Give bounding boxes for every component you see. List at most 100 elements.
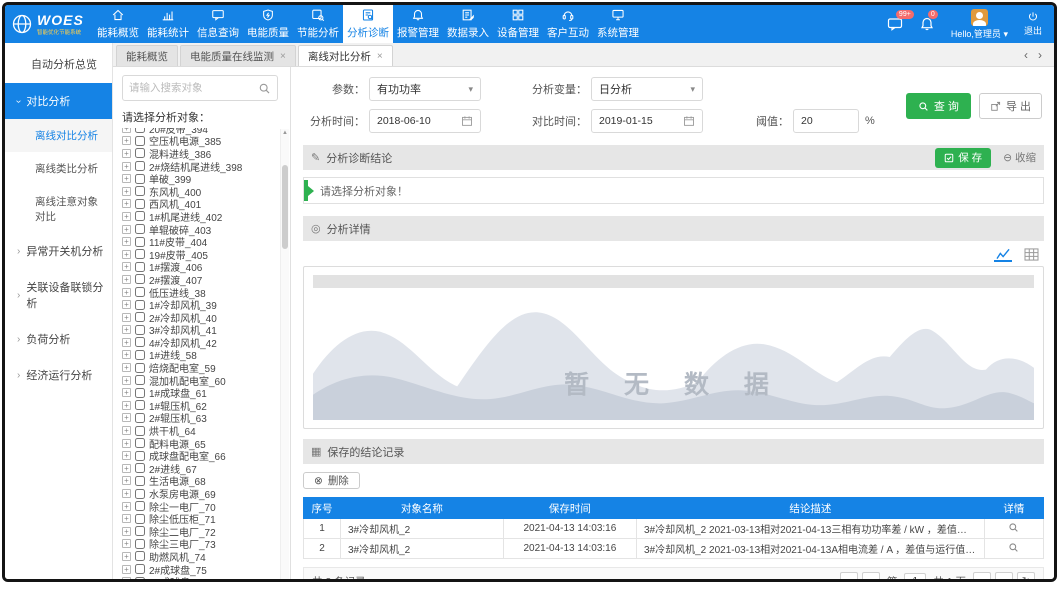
expand-icon[interactable]: +: [122, 413, 131, 422]
expand-icon[interactable]: +: [122, 514, 131, 523]
tree-item-checkbox[interactable]: [135, 237, 145, 247]
expand-icon[interactable]: +: [122, 489, 131, 498]
expand-icon[interactable]: +: [122, 237, 131, 246]
sidebar-item-offline-analogy-analysis[interactable]: 离线类比分析: [5, 152, 112, 185]
tree-scrollbar[interactable]: ▲: [280, 129, 289, 580]
notifications-button[interactable]: 0: [919, 16, 935, 32]
expand-icon[interactable]: +: [122, 338, 131, 347]
variable-select[interactable]: 日分析 ▾: [591, 77, 703, 101]
tree-item-checkbox[interactable]: [135, 375, 145, 385]
expand-icon[interactable]: +: [122, 174, 131, 183]
logout-button[interactable]: 退出: [1024, 11, 1042, 37]
expand-icon[interactable]: +: [122, 527, 131, 536]
tree-item-checkbox[interactable]: [135, 249, 145, 259]
expand-icon[interactable]: +: [122, 363, 131, 372]
tree-item-checkbox[interactable]: [135, 350, 145, 360]
expand-icon[interactable]: +: [122, 250, 131, 259]
analysis-date-picker[interactable]: [369, 109, 481, 133]
refresh-icon[interactable]: ↻: [1017, 572, 1035, 582]
nav-system-management[interactable]: 系统管理: [593, 5, 643, 43]
tree-item-checkbox[interactable]: [135, 438, 145, 448]
next-page-button[interactable]: ›: [973, 572, 991, 582]
user-menu[interactable]: Hello,管理员 ▾: [951, 9, 1008, 40]
expand-icon[interactable]: +: [122, 539, 131, 548]
expand-icon[interactable]: +: [122, 426, 131, 435]
query-button[interactable]: 查 询: [906, 93, 971, 119]
nav-analysis-diagnosis[interactable]: 分析诊断: [343, 5, 393, 43]
close-icon[interactable]: ×: [377, 51, 383, 62]
sidebar-item-offline-attention-compare[interactable]: 离线注意对象对比: [5, 185, 112, 233]
tree-item-checkbox[interactable]: [135, 186, 145, 196]
delete-button[interactable]: ⊗ 删除: [303, 472, 360, 489]
nav-energy-statistics[interactable]: 能耗统计: [143, 5, 193, 43]
tree-item-checkbox[interactable]: [135, 489, 145, 499]
expand-icon[interactable]: +: [122, 275, 131, 284]
nav-device-management[interactable]: 设备管理: [493, 5, 543, 43]
expand-icon[interactable]: +: [122, 325, 131, 334]
tree-item-checkbox[interactable]: [135, 514, 145, 524]
tree-item[interactable]: + 成球盘配电室_66: [122, 449, 278, 462]
view-detail-icon[interactable]: [1008, 542, 1019, 553]
tree-item-checkbox[interactable]: [135, 312, 145, 322]
tree-item[interactable]: + 4#冷却风机_42: [122, 336, 278, 349]
sidebar-item-linked-device-analysis[interactable]: › 关联设备联锁分析: [5, 269, 112, 321]
tree-item-checkbox[interactable]: [135, 199, 145, 209]
expand-icon[interactable]: +: [122, 162, 131, 171]
expand-icon[interactable]: +: [122, 187, 131, 196]
tree-item[interactable]: + 2#辊压机_63: [122, 412, 278, 425]
expand-icon[interactable]: +: [122, 476, 131, 485]
expand-icon[interactable]: +: [122, 212, 131, 221]
expand-icon[interactable]: +: [122, 451, 131, 460]
expand-icon[interactable]: +: [122, 262, 131, 271]
line-chart-view-icon[interactable]: [994, 246, 1012, 262]
tree-item-checkbox[interactable]: [135, 274, 145, 284]
nav-info-query[interactable]: 信息查询: [193, 5, 243, 43]
tree-item-checkbox[interactable]: [135, 262, 145, 272]
expand-icon[interactable]: +: [122, 288, 131, 297]
tree-item-checkbox[interactable]: [135, 363, 145, 373]
tree-item-checkbox[interactable]: [135, 476, 145, 486]
tree-item-checkbox[interactable]: [135, 174, 145, 184]
nav-power-quality[interactable]: 电能质量: [243, 5, 293, 43]
search-input[interactable]: [129, 82, 254, 94]
expand-icon[interactable]: +: [122, 388, 131, 397]
tree-item[interactable]: + 2#烧结机尾进线_398: [122, 160, 278, 173]
expand-icon[interactable]: +: [122, 376, 131, 385]
tree-item-checkbox[interactable]: [135, 287, 145, 297]
save-button[interactable]: 保 存: [935, 148, 991, 168]
view-detail-icon[interactable]: [1008, 522, 1019, 533]
tab-scroll-left-icon[interactable]: ‹: [1024, 48, 1028, 62]
tree-item-checkbox[interactable]: [135, 463, 145, 473]
collapse-button[interactable]: ⊖ 收缩: [1003, 150, 1036, 165]
prev-page-button[interactable]: ‹: [862, 572, 880, 582]
last-page-button[interactable]: »: [995, 572, 1013, 582]
tab-energy-overview[interactable]: 能耗概览: [116, 45, 178, 66]
first-page-button[interactable]: «: [840, 572, 858, 582]
sidebar-item-load-analysis[interactable]: › 负荷分析: [5, 321, 112, 357]
expand-icon[interactable]: +: [122, 149, 131, 158]
tree-item-checkbox[interactable]: [135, 128, 145, 133]
tree-item-checkbox[interactable]: [135, 426, 145, 436]
tree-item-checkbox[interactable]: [135, 337, 145, 347]
tree-item-checkbox[interactable]: [135, 551, 145, 561]
sidebar-item-compare-analysis[interactable]: › 对比分析: [5, 83, 112, 119]
sidebar-item-auto-analysis-overview[interactable]: 自动分析总览: [5, 45, 112, 83]
tree-item-checkbox[interactable]: [135, 136, 145, 146]
param-select[interactable]: 有功功率 ▾: [369, 77, 481, 101]
expand-icon[interactable]: +: [122, 136, 131, 145]
expand-icon[interactable]: +: [122, 401, 131, 410]
nav-energy-overview[interactable]: 能耗概览: [93, 5, 143, 43]
expand-icon[interactable]: +: [122, 565, 131, 574]
table-view-icon[interactable]: [1022, 246, 1040, 262]
messages-button[interactable]: 99+: [887, 16, 903, 32]
expand-icon[interactable]: +: [122, 577, 131, 580]
sidebar-item-offline-compare-analysis[interactable]: 离线对比分析: [5, 119, 112, 152]
expand-icon[interactable]: +: [122, 350, 131, 359]
tab-power-quality-monitoring[interactable]: 电能质量在线监测×: [180, 45, 296, 66]
tree-item-checkbox[interactable]: [135, 451, 145, 461]
tab-scroll-right-icon[interactable]: ›: [1038, 48, 1042, 62]
expand-icon[interactable]: +: [122, 552, 131, 561]
tree-item-checkbox[interactable]: [135, 526, 145, 536]
expand-icon[interactable]: +: [122, 225, 131, 234]
tree-item-checkbox[interactable]: [135, 388, 145, 398]
